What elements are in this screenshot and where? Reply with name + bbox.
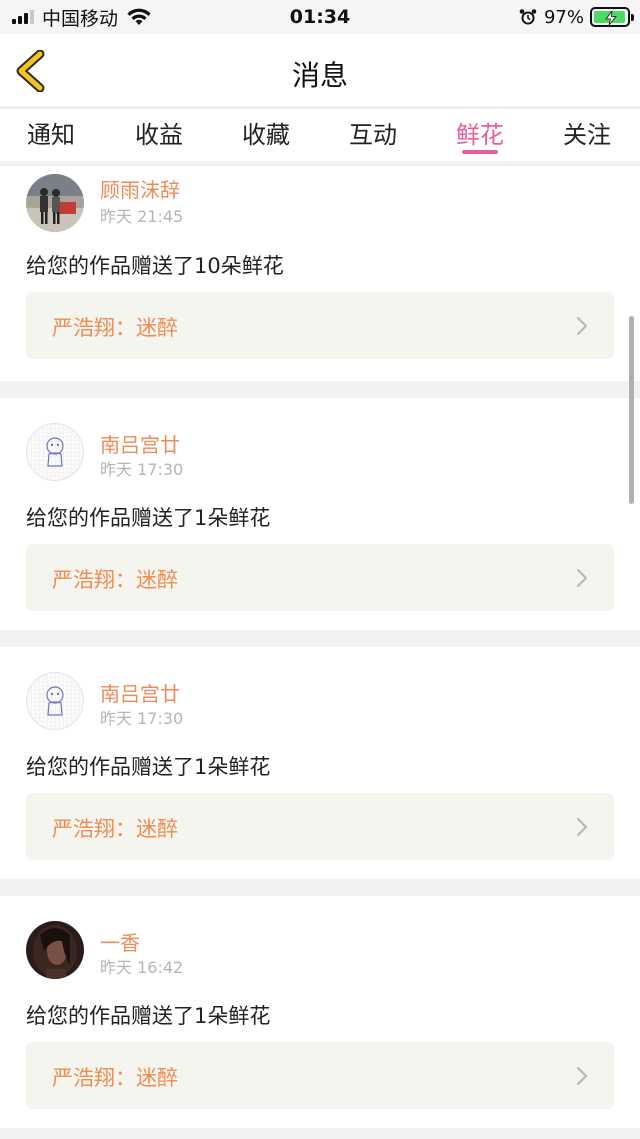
battery-icon <box>590 7 634 27</box>
user-avatar[interactable] <box>26 921 84 979</box>
tab-notifications[interactable]: 通知 <box>6 115 96 150</box>
chevron-right-icon <box>576 568 588 588</box>
work-title: 严浩翔：迷醉 <box>52 568 178 592</box>
tab-bar: 通知 收益 收藏 互动 鲜花 关注 <box>0 109 640 161</box>
battery-fill <box>594 11 626 25</box>
active-tab-indicator <box>462 150 498 154</box>
status-bar: 中国移动 01:34 97% <box>0 0 640 34</box>
user-avatar[interactable] <box>26 423 84 481</box>
message-text: 给您的作品赠送了1朵鲜花 <box>26 1004 271 1028</box>
page-title: 消息 <box>291 59 348 92</box>
username[interactable]: 顾雨沫辞 <box>100 174 180 203</box>
battery-cap <box>631 14 634 21</box>
signal-icon <box>12 10 34 24</box>
tab-earnings[interactable]: 收益 <box>114 115 204 150</box>
user-avatar[interactable] <box>26 672 84 730</box>
tab-favorites[interactable]: 收藏 <box>221 115 311 150</box>
timestamp: 昨天 21:45 <box>100 207 184 226</box>
photo-avatar-portrait <box>26 921 84 979</box>
timestamp: 昨天 17:30 <box>100 460 184 479</box>
message-card: 南吕宫廿 昨天 17:30 给您的作品赠送了1朵鲜花 严浩翔：迷醉 <box>0 398 640 630</box>
chevron-right-icon <box>576 1066 588 1086</box>
work-link[interactable]: 严浩翔：迷醉 <box>26 292 614 359</box>
carrier-label: 中国移动 <box>42 7 119 30</box>
work-link[interactable]: 严浩翔：迷醉 <box>26 1042 614 1109</box>
scrollbar[interactable] <box>629 316 634 504</box>
username[interactable]: 一香 <box>100 927 140 956</box>
status-left: 中国移动 <box>12 6 152 30</box>
message-card: 一香 昨天 16:42 给您的作品赠送了1朵鲜花 严浩翔：迷醉 <box>0 896 640 1128</box>
nav-bar: 消息 <box>0 34 640 108</box>
tab-interactions[interactable]: 互动 <box>328 115 418 150</box>
work-link[interactable]: 严浩翔：迷醉 <box>26 793 614 860</box>
message-card: 顾雨沫辞 昨天 21:45 给您的作品赠送了10朵鲜花 严浩翔：迷醉 <box>0 166 640 381</box>
message-card: 南吕宫廿 昨天 17:30 给您的作品赠送了1朵鲜花 严浩翔：迷醉 <box>0 647 640 879</box>
sketch-avatar <box>27 673 83 729</box>
charging-bolt-icon <box>605 11 617 25</box>
timestamp: 昨天 16:42 <box>100 958 184 977</box>
work-link[interactable]: 严浩翔：迷醉 <box>26 544 614 611</box>
message-text: 给您的作品赠送了10朵鲜花 <box>26 254 284 278</box>
status-right: 97% <box>519 6 634 28</box>
tab-flowers[interactable]: 鲜花 <box>435 115 525 150</box>
username[interactable]: 南吕宫廿 <box>100 678 180 707</box>
username[interactable]: 南吕宫廿 <box>100 429 180 458</box>
work-title: 严浩翔：迷醉 <box>52 316 178 340</box>
message-text: 给您的作品赠送了1朵鲜花 <box>26 506 271 530</box>
work-title: 严浩翔：迷醉 <box>52 817 178 841</box>
chevron-right-icon <box>576 316 588 336</box>
timestamp: 昨天 17:30 <box>100 709 184 728</box>
chevron-right-icon <box>576 817 588 837</box>
alarm-icon <box>519 9 537 25</box>
wifi-icon <box>127 8 151 25</box>
tab-following[interactable]: 关注 <box>542 115 632 150</box>
message-text: 给您的作品赠送了1朵鲜花 <box>26 755 271 779</box>
sketch-avatar <box>27 424 83 480</box>
battery-percent: 97% <box>543 6 584 28</box>
work-title: 严浩翔：迷醉 <box>52 1066 178 1090</box>
photo-avatar-street <box>26 174 84 232</box>
user-avatar[interactable] <box>26 174 84 232</box>
